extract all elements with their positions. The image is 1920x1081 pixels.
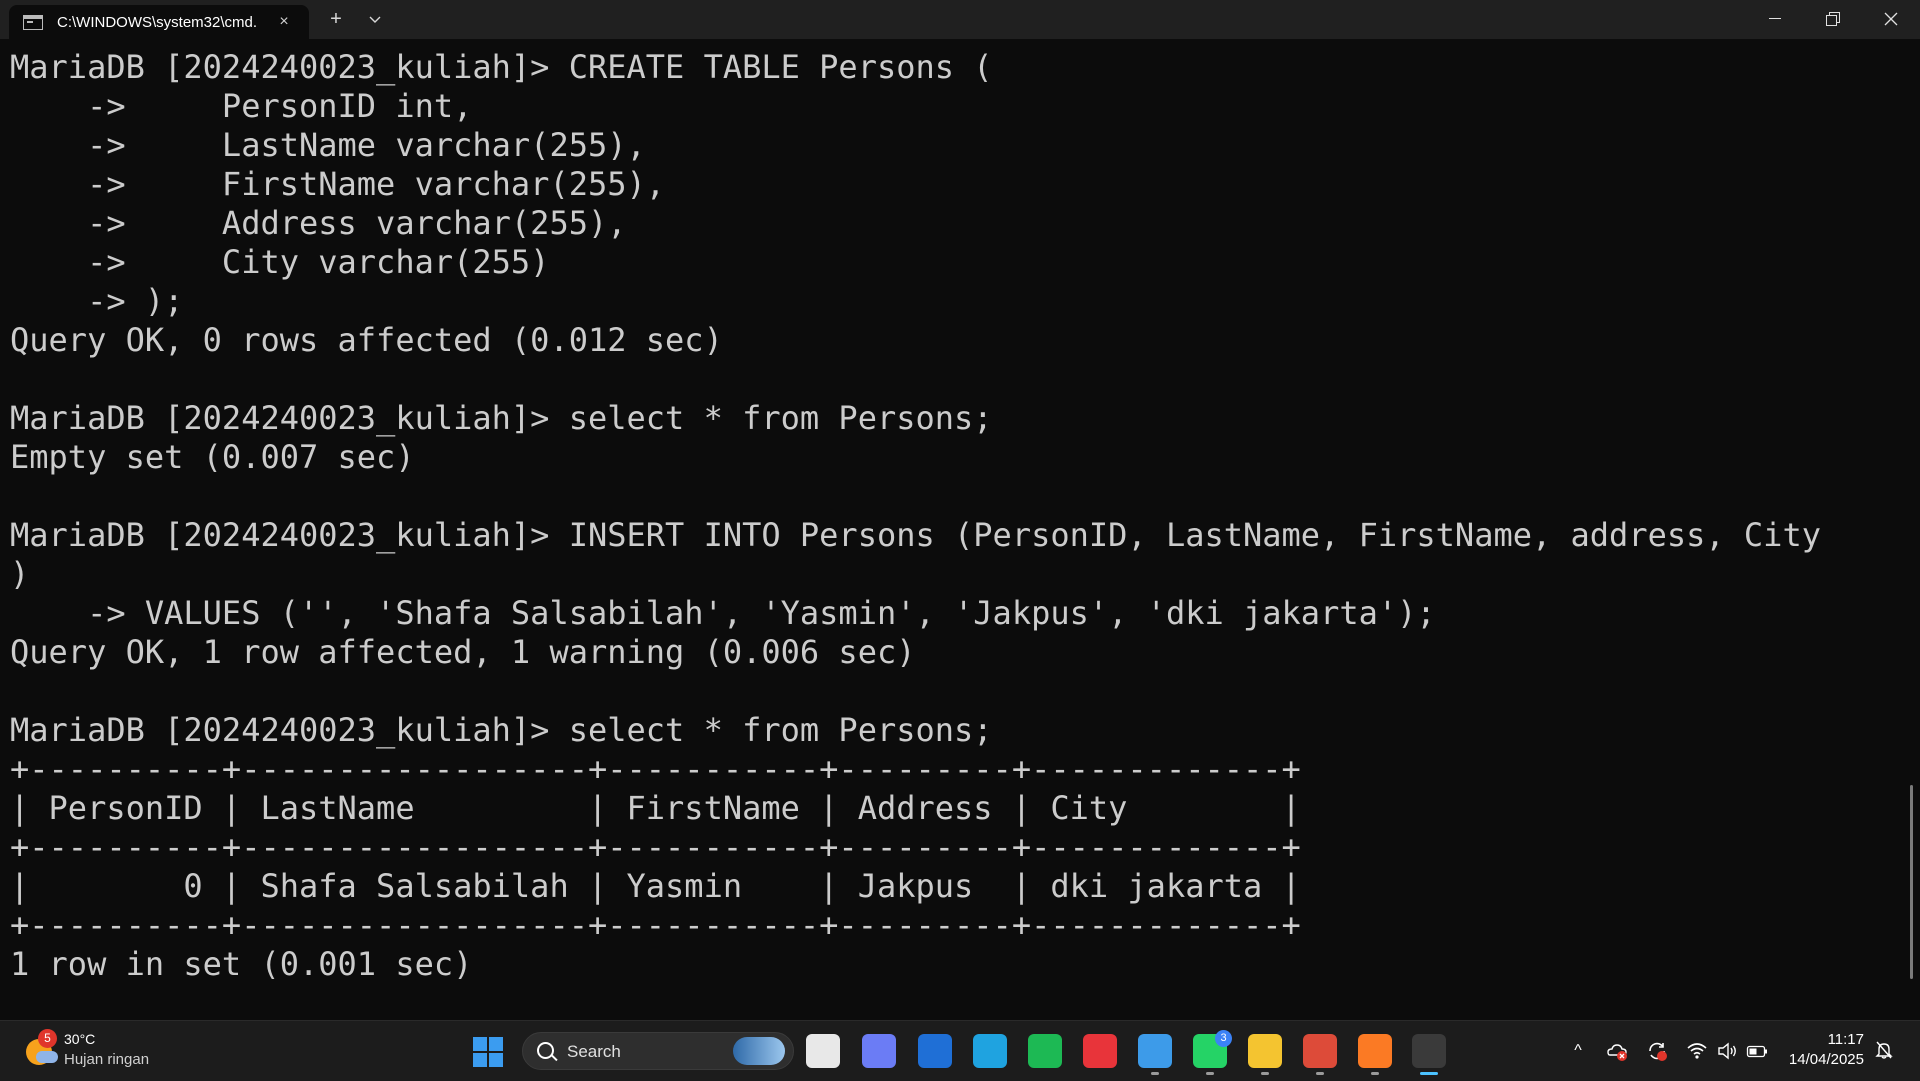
title-bar: C:\WINDOWS\system32\cmd. × +	[0, 0, 1920, 39]
cmd-icon	[23, 14, 43, 30]
terminal-line: -> PersonID int,	[10, 87, 473, 125]
notification-bell-icon[interactable]	[1874, 1040, 1894, 1060]
terminal-line: -> VALUES ('', 'Shafa Salsabilah', 'Yasm…	[10, 594, 1436, 632]
taskbar: 5 30°C Hujan ringan Search 3 ^ 11:17 14/…	[0, 1020, 1920, 1081]
running-indicator	[1371, 1072, 1379, 1075]
windows-start-icon[interactable]	[473, 1037, 503, 1067]
show-hidden-icons-chevron[interactable]: ^	[1567, 1040, 1589, 1062]
chrome-icon[interactable]	[1303, 1034, 1337, 1068]
microsoft-store-icon[interactable]	[918, 1034, 952, 1068]
terminal-line: )	[10, 555, 30, 593]
terminal-line: Query OK, 1 row affected, 1 warning (0.0…	[10, 633, 916, 671]
terminal-line: +----------+------------------+---------…	[10, 828, 1301, 866]
clock[interactable]: 11:17 14/04/2025	[1782, 1030, 1864, 1070]
search-icon	[537, 1042, 554, 1059]
file-explorer-icon[interactable]	[1248, 1034, 1282, 1068]
terminal-line: MariaDB [2024240023_kuliah]> CREATE TABL…	[10, 48, 993, 86]
terminal-line: +----------+------------------+---------…	[10, 906, 1301, 944]
search-placeholder: Search	[567, 1042, 621, 1061]
terminal-line: MariaDB [2024240023_kuliah]> select * fr…	[10, 711, 993, 749]
terminal-line: -> );	[10, 282, 184, 320]
running-indicator	[1206, 1072, 1214, 1075]
battery-icon[interactable]	[1746, 1040, 1768, 1062]
terminal-line: -> LastName varchar(255),	[10, 126, 646, 164]
running-indicator	[1151, 1072, 1159, 1075]
terminal-icon[interactable]	[1412, 1034, 1446, 1068]
terminal-output[interactable]: MariaDB [2024240023_kuliah]> CREATE TABL…	[10, 48, 1900, 1018]
onedrive-error-icon[interactable]	[1606, 1040, 1628, 1062]
app-badge: 3	[1215, 1030, 1232, 1047]
minimize-button[interactable]	[1746, 0, 1804, 39]
wifi-icon[interactable]	[1686, 1040, 1708, 1062]
xampp-icon[interactable]	[1358, 1034, 1392, 1068]
running-indicator	[1420, 1072, 1438, 1075]
terminal-line: Query OK, 0 rows affected (0.012 sec)	[10, 321, 723, 359]
weather-description: Hujan ringan	[64, 1051, 150, 1068]
tab-cmd[interactable]: C:\WINDOWS\system32\cmd. ×	[9, 5, 309, 39]
tab-title: C:\WINDOWS\system32\cmd.	[57, 13, 258, 31]
wps-office-icon[interactable]	[1083, 1034, 1117, 1068]
close-window-button[interactable]	[1862, 0, 1920, 39]
tab-close-icon[interactable]: ×	[275, 13, 293, 31]
volume-icon[interactable]	[1716, 1040, 1738, 1062]
new-tab-button[interactable]: +	[316, 0, 356, 39]
scrollbar[interactable]	[1910, 785, 1913, 979]
task-view-icon[interactable]	[806, 1034, 840, 1068]
clock-time: 11:17	[1827, 1031, 1864, 1048]
terminal-line: | 0 | Shafa Salsabilah | Yasmin | Jakpus…	[10, 867, 1301, 905]
weather-temperature: 30°C	[64, 1031, 96, 1047]
terminal-line: MariaDB [2024240023_kuliah]> INSERT INTO…	[10, 516, 1821, 554]
terminal-line: -> City varchar(255)	[10, 243, 550, 281]
chevron-down-icon[interactable]	[355, 0, 395, 39]
restore-button[interactable]	[1804, 0, 1862, 39]
weather-badge: 5	[38, 1029, 57, 1048]
terminal-line: 1 row in set (0.001 sec)	[10, 945, 473, 983]
spotify-icon[interactable]	[1028, 1034, 1062, 1068]
clock-date: 14/04/2025	[1788, 1051, 1864, 1068]
terminal-line: Empty set (0.007 sec)	[10, 438, 415, 476]
terminal-line: -> FirstName varchar(255),	[10, 165, 666, 203]
sync-icon[interactable]	[1646, 1040, 1668, 1062]
notepad-icon[interactable]	[1138, 1034, 1172, 1068]
running-indicator	[1261, 1072, 1269, 1075]
terminal-line: -> Address varchar(255),	[10, 204, 627, 242]
edge-icon[interactable]	[973, 1034, 1007, 1068]
search-highlight-icon	[733, 1037, 785, 1065]
search-input[interactable]: Search	[522, 1032, 794, 1070]
terminal-line: +----------+------------------+---------…	[10, 750, 1301, 788]
copilot-icon[interactable]	[862, 1034, 896, 1068]
weather-widget[interactable]: 5 30°C Hujan ringan	[26, 1029, 186, 1073]
running-indicator	[1316, 1072, 1324, 1075]
terminal-line: | PersonID | LastName | FirstName | Addr…	[10, 789, 1301, 827]
terminal-line: MariaDB [2024240023_kuliah]> select * fr…	[10, 399, 993, 437]
